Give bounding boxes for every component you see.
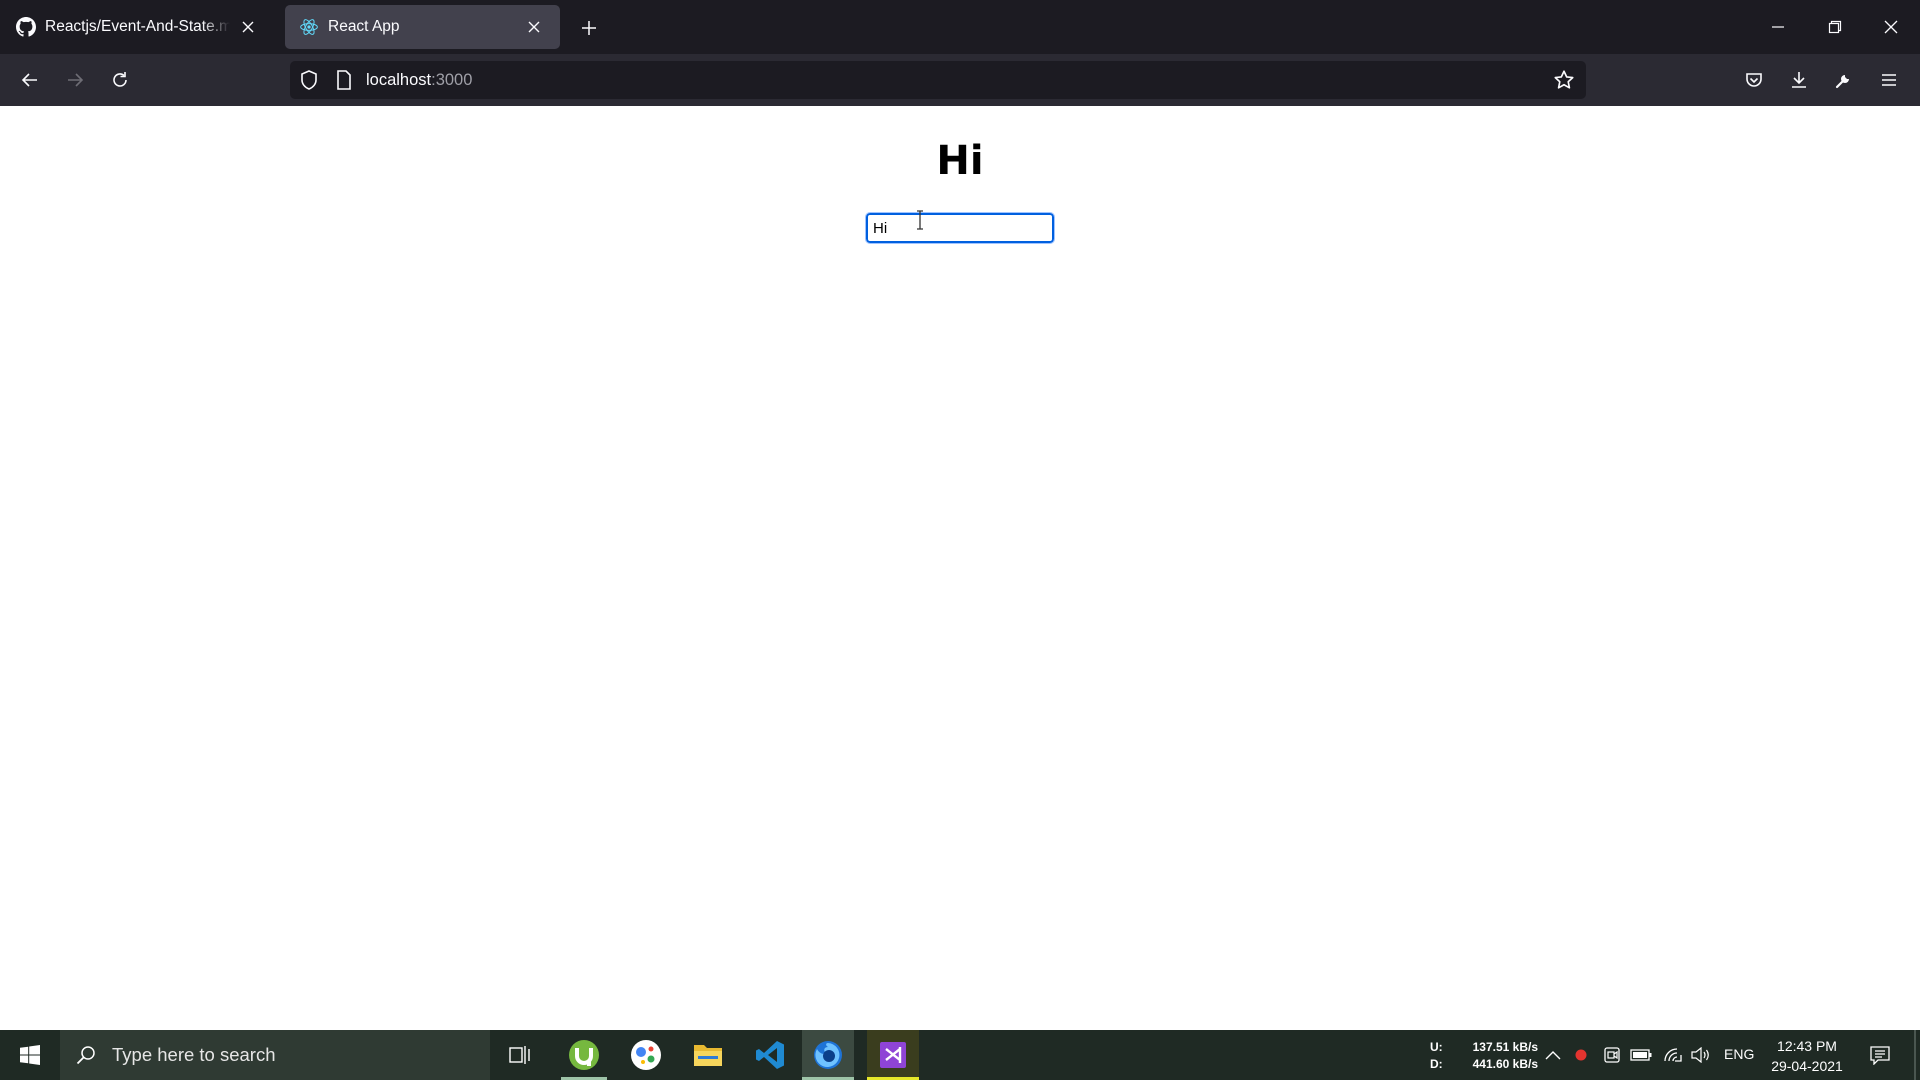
page-content: Hi: [0, 106, 1920, 1030]
tab-title: Reactjs/Event-And-State.md at: [45, 18, 230, 35]
windows-start-icon[interactable]: [0, 1030, 60, 1080]
search-placeholder: Type here to search: [112, 1044, 276, 1065]
search-icon: [74, 1043, 98, 1067]
chevron-up-icon[interactable]: [1541, 1043, 1565, 1067]
page-icon[interactable]: [332, 68, 356, 92]
restore-icon[interactable]: [1817, 10, 1853, 44]
task-view-icon[interactable]: [494, 1030, 546, 1080]
download-speed: 441.60 kB/s: [1472, 1057, 1538, 1071]
bookmark-star-icon[interactable]: [1552, 68, 1576, 92]
url-host: localhost: [366, 71, 432, 89]
close-tab-icon[interactable]: [236, 15, 260, 39]
upload-speed: 137.51 kB/s: [1472, 1040, 1538, 1054]
minimize-icon[interactable]: [1760, 10, 1796, 44]
utorrent-icon[interactable]: [558, 1030, 610, 1080]
google-assistant-icon[interactable]: [620, 1030, 672, 1080]
forward-icon[interactable]: [57, 62, 93, 98]
text-input[interactable]: [865, 212, 1055, 244]
tab-title: React App: [328, 18, 400, 35]
shield-icon[interactable]: [297, 68, 321, 92]
downloads-icon[interactable]: [1781, 62, 1817, 98]
volume-icon[interactable]: [1689, 1043, 1713, 1067]
page-heading: Hi: [936, 138, 984, 184]
new-tab-icon[interactable]: [575, 14, 603, 42]
url-port: :3000: [431, 71, 473, 89]
language-indicator[interactable]: ENG: [1724, 1046, 1754, 1062]
menu-icon[interactable]: [1871, 62, 1907, 98]
download-label: D:: [1430, 1057, 1443, 1071]
firefox-icon[interactable]: [802, 1030, 854, 1080]
meet-now-icon[interactable]: [1600, 1043, 1624, 1067]
close-window-icon[interactable]: [1873, 10, 1909, 44]
tab-github[interactable]: Reactjs/Event-And-State.md at: [2, 5, 274, 49]
back-icon[interactable]: [12, 62, 48, 98]
reload-icon[interactable]: [102, 62, 138, 98]
browser-tab-bar: Reactjs/Event-And-State.md at React App: [0, 0, 1920, 54]
battery-icon[interactable]: [1629, 1043, 1653, 1067]
tab-react-app[interactable]: React App: [285, 5, 560, 49]
show-desktop-button[interactable]: [1914, 1030, 1916, 1080]
wrench-icon[interactable]: [1826, 62, 1862, 98]
upload-label: U:: [1430, 1040, 1443, 1054]
github-icon: [16, 17, 36, 37]
clock-time: 12:43 PM: [1777, 1038, 1837, 1054]
taskbar-search[interactable]: Type here to search: [60, 1030, 490, 1080]
wifi-icon[interactable]: [1661, 1043, 1685, 1067]
file-explorer-icon[interactable]: [682, 1030, 734, 1080]
vscode-icon[interactable]: [744, 1030, 796, 1080]
windows-taskbar: Type here to search U: D: 137.51 kB/s 44…: [0, 1030, 1920, 1080]
record-icon[interactable]: [1569, 1043, 1593, 1067]
url-text: localhost:3000: [366, 71, 472, 90]
visual-studio-icon[interactable]: [867, 1030, 919, 1080]
network-labels: U: D:: [1430, 1039, 1443, 1073]
pocket-icon[interactable]: [1736, 62, 1772, 98]
notifications-icon[interactable]: [1866, 1043, 1894, 1067]
clock[interactable]: 12:43 PM 29-04-2021: [1764, 1036, 1850, 1076]
browser-toolbar: localhost:3000: [0, 54, 1920, 106]
text-cursor-icon: [917, 210, 923, 230]
close-tab-icon[interactable]: [522, 15, 546, 39]
clock-date: 29-04-2021: [1771, 1058, 1843, 1074]
react-icon: [299, 17, 319, 37]
network-speed: 137.51 kB/s 441.60 kB/s: [1466, 1039, 1538, 1073]
address-bar[interactable]: localhost:3000: [290, 61, 1586, 99]
